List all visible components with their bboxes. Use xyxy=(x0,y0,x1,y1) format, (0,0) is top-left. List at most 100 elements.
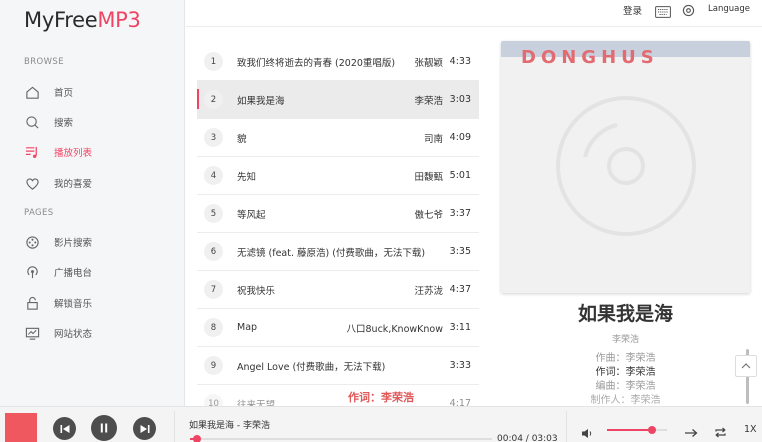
divider xyxy=(566,411,567,442)
radio-icon xyxy=(24,264,40,280)
sidebar-item-home[interactable]: 首页 xyxy=(24,82,174,102)
disc-icon xyxy=(556,96,696,236)
song-artist[interactable]: 李荣浩 xyxy=(414,93,443,107)
heart-icon xyxy=(24,175,40,191)
track-number: 9 xyxy=(204,356,223,375)
playlist-icon xyxy=(24,144,40,160)
previous-button[interactable] xyxy=(53,417,76,440)
app-logo[interactable]: MyFreeMP3 xyxy=(24,8,141,32)
song-duration: 3:35 xyxy=(449,246,471,257)
song-title: 致我们终将逝去的青春 (2020重唱版) xyxy=(237,57,396,69)
keyboard-icon[interactable] xyxy=(655,3,671,22)
volume-icon[interactable] xyxy=(581,424,593,442)
lyric-line: 作词：李荣浩 xyxy=(595,367,656,378)
next-button[interactable] xyxy=(133,417,156,440)
language-selector[interactable]: Language xyxy=(708,4,750,14)
song-duration: 4:09 xyxy=(449,132,471,143)
sidebar-item-movie-search[interactable]: 影片搜索 xyxy=(24,232,174,252)
song-title: 先知 xyxy=(237,171,257,183)
sidebar-item-label: 影片搜索 xyxy=(54,238,93,249)
sidebar-item-unlock-music[interactable]: 解锁音乐 xyxy=(24,293,174,313)
song-row[interactable]: 5 等风起 傲七爷 3:37 xyxy=(197,195,479,233)
album-art-text: DONGHUS xyxy=(521,47,659,68)
song-artist[interactable]: 司南 xyxy=(424,131,443,145)
play-order-icon[interactable] xyxy=(684,423,698,442)
song-row[interactable]: 8 Map 八口8uck,KnowKnow 3:11 xyxy=(197,309,479,347)
song-duration: 3:33 xyxy=(449,360,471,371)
header-divider xyxy=(186,26,762,27)
track-number: 4 xyxy=(204,166,223,185)
progress-handle[interactable] xyxy=(192,435,201,442)
song-artist[interactable]: 汪苏泷 xyxy=(414,283,443,297)
skip-next-icon xyxy=(140,424,149,433)
browse-section-label: BROWSE xyxy=(24,57,64,67)
sidebar-item-playlist[interactable]: 播放列表 xyxy=(24,142,174,162)
song-row[interactable]: 7 祝我快乐 汪苏泷 4:37 xyxy=(197,271,479,309)
gear-icon[interactable] xyxy=(682,2,695,21)
track-number: 7 xyxy=(204,280,223,299)
progress-bar[interactable] xyxy=(190,435,492,442)
divider xyxy=(174,411,175,442)
song-artist[interactable]: 八口8uck,KnowKnow xyxy=(347,321,443,335)
home-icon xyxy=(24,84,40,100)
now-playing-artist: 李荣浩 xyxy=(611,335,639,345)
volume-fill xyxy=(607,429,652,431)
search-icon xyxy=(24,114,40,130)
song-title: 等风起 xyxy=(237,209,266,221)
unlock-icon xyxy=(24,295,40,311)
song-row[interactable]: 1 致我们终将逝去的青春 (2020重唱版) 张靓颖 4:33 xyxy=(197,43,479,81)
track-number: 2 xyxy=(204,90,223,109)
song-title: 貌 xyxy=(237,133,247,145)
song-row[interactable]: 3 貌 司南 4:09 xyxy=(197,119,479,157)
song-title: 如果我是海 xyxy=(237,95,285,107)
skip-previous-icon xyxy=(60,424,69,433)
pause-button[interactable] xyxy=(91,415,117,441)
pages-section-label: PAGES xyxy=(24,208,54,218)
now-playing-title: 如果我是海 xyxy=(577,303,673,325)
song-artist[interactable]: 田馥甄 xyxy=(414,169,443,183)
song-title: Map xyxy=(237,322,258,333)
sidebar-item-radio[interactable]: 广播电台 xyxy=(24,262,174,282)
sidebar-item-label: 搜索 xyxy=(54,118,74,129)
scroll-up-button[interactable] xyxy=(735,355,757,377)
track-number: 5 xyxy=(204,204,223,223)
sidebar-item-favorites[interactable]: 我的喜爱 xyxy=(24,173,174,193)
playback-time: 00:04 / 03:03 xyxy=(497,434,558,442)
song-row[interactable]: 9 Angel Love (付费歌曲，无法下载) 3:33 xyxy=(197,347,479,385)
track-number: 6 xyxy=(204,242,223,261)
sidebar-item-label: 广播电台 xyxy=(54,268,93,279)
current-lyric-overlay: 作词：李荣浩 xyxy=(348,391,414,404)
player-bar: 如果我是海 - 李荣浩 00:04 / 03:03 1X xyxy=(0,406,762,442)
sidebar-item-search[interactable]: 搜索 xyxy=(24,112,174,132)
login-link[interactable]: 登录 xyxy=(623,3,642,17)
current-track-label: 如果我是海 - 李荣浩 xyxy=(189,421,270,431)
lyric-line: 制作人：李荣浩 xyxy=(590,395,661,406)
volume-slider[interactable] xyxy=(607,426,667,434)
song-duration: 3:11 xyxy=(449,322,471,333)
song-row[interactable]: 2 如果我是海 李荣浩 3:03 xyxy=(197,81,479,119)
song-title: Angel Love (付费歌曲，无法下载) xyxy=(237,361,386,373)
song-row[interactable]: 6 无滤镜 (feat. 藤原浩) (付费歌曲，无法下载) 3:35 xyxy=(197,233,479,271)
sidebar-item-label: 我的喜爱 xyxy=(54,179,93,190)
sidebar-item-label: 播放列表 xyxy=(54,148,93,159)
chevron-up-icon xyxy=(741,363,751,369)
track-number: 3 xyxy=(204,128,223,147)
lyric-line: 作曲：李荣浩 xyxy=(595,353,656,364)
song-artist[interactable]: 张靓颖 xyxy=(414,55,443,69)
lyric-line: 编曲：李荣浩 xyxy=(595,381,656,392)
song-row[interactable]: 4 先知 田馥甄 5:01 xyxy=(197,157,479,195)
sidebar-item-label: 网站状态 xyxy=(54,329,93,340)
sidebar-item-site-status[interactable]: 网站状态 xyxy=(24,323,174,343)
repeat-icon[interactable] xyxy=(714,423,727,442)
track-cover-thumbnail[interactable] xyxy=(5,413,37,442)
album-cover-panel: DONGHUS xyxy=(501,41,750,293)
song-duration: 3:03 xyxy=(449,94,471,105)
film-reel-icon xyxy=(24,234,40,250)
volume-handle[interactable] xyxy=(648,426,656,434)
song-artist[interactable]: 傲七爷 xyxy=(414,207,443,221)
pause-icon xyxy=(100,423,108,433)
track-number: 8 xyxy=(204,318,223,337)
sidebar-item-label: 首页 xyxy=(54,88,74,99)
song-title: 祝我快乐 xyxy=(237,285,276,297)
playback-speed[interactable]: 1X xyxy=(744,424,757,435)
